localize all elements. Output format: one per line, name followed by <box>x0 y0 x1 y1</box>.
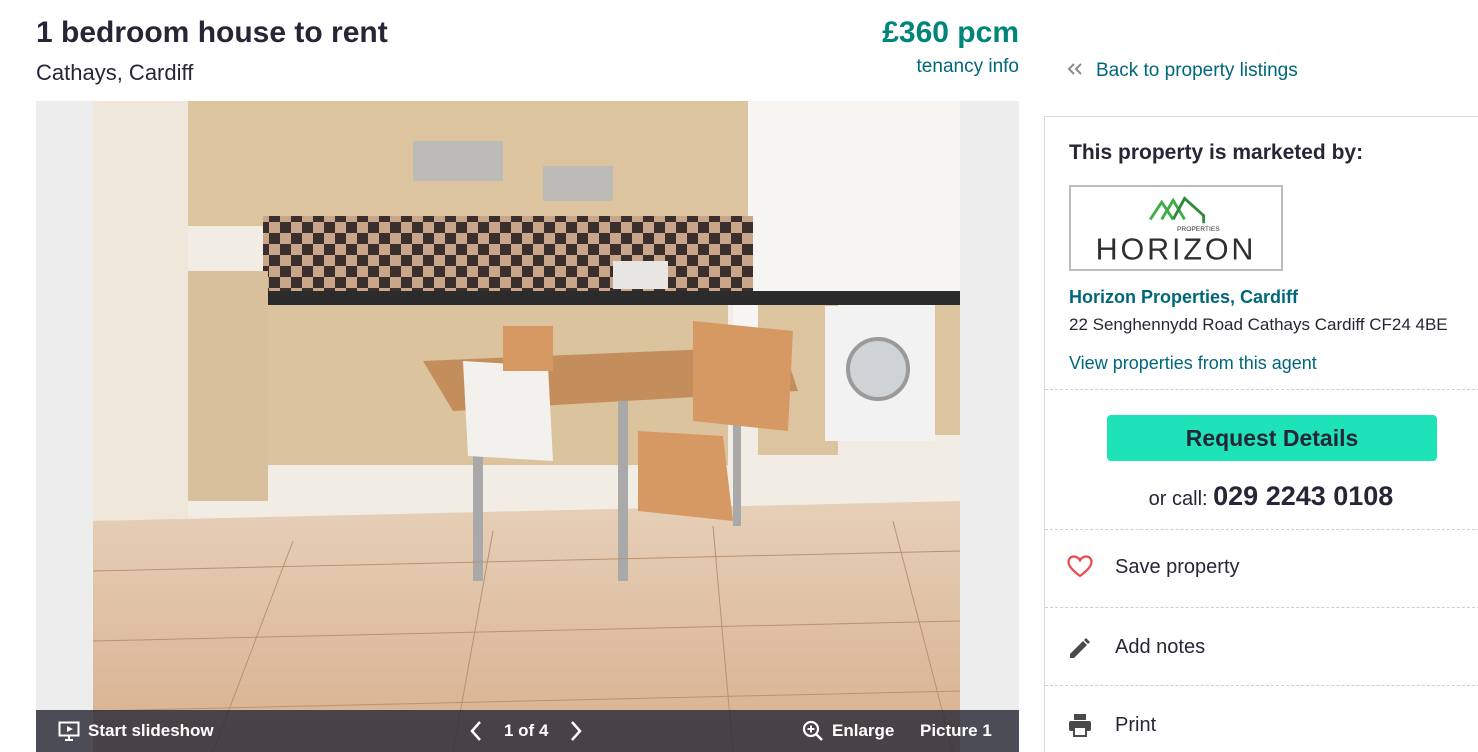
gallery-controls: Start slideshow 1 of 4 Enlarge Picture 1 <box>36 710 1019 752</box>
back-to-listings-link[interactable]: Back to property listings <box>1066 60 1298 82</box>
request-details-button[interactable]: Request Details <box>1107 415 1437 461</box>
property-photo[interactable] <box>93 101 960 752</box>
view-agent-properties-link[interactable]: View properties from this agent <box>1069 353 1317 374</box>
print-label: Print <box>1115 713 1157 736</box>
slideshow-label: Start slideshow <box>88 721 214 740</box>
pencil-icon <box>1067 635 1093 659</box>
agent-logo[interactable]: PROPERTIES HORIZON <box>1069 185 1283 271</box>
add-notes-button[interactable]: Add notes <box>1067 635 1205 659</box>
agent-name-link[interactable]: Horizon Properties, Cardiff <box>1069 287 1298 308</box>
next-photo-button[interactable] <box>570 710 582 752</box>
page-title: 1 bedroom house to rent <box>36 16 388 49</box>
heart-icon <box>1067 555 1093 579</box>
previous-photo-button[interactable] <box>470 710 482 752</box>
agent-address: 22 Senghennydd Road Cathays Cardiff CF24… <box>1069 315 1448 334</box>
chevron-left-icon <box>470 720 482 742</box>
tenancy-info-link[interactable]: tenancy info <box>917 56 1019 78</box>
chevron-double-left-icon <box>1066 60 1084 82</box>
enlarge-label: Enlarge <box>832 721 895 740</box>
photo-counter: 1 of 4 <box>504 721 549 740</box>
enlarge-button[interactable]: Enlarge <box>802 710 894 752</box>
picture-label: Picture 1 <box>920 721 992 740</box>
save-property-button[interactable]: Save property <box>1067 555 1240 579</box>
agent-panel: This property is marketed by: PROPERTIES… <box>1044 116 1478 752</box>
divider <box>1045 607 1478 608</box>
start-slideshow-button[interactable]: Start slideshow <box>58 710 214 752</box>
marketed-by-heading: This property is marketed by: <box>1069 141 1364 164</box>
call-prefix: or call: <box>1148 488 1208 510</box>
phone-number[interactable]: 029 2243 0108 <box>1213 481 1393 511</box>
chevron-right-icon <box>570 720 582 742</box>
divider <box>1045 389 1478 390</box>
zoom-in-icon <box>802 720 824 742</box>
printer-icon <box>1067 713 1093 737</box>
price: £360 pcm <box>882 16 1019 49</box>
call-row: or call: 029 2243 0108 <box>1045 481 1478 512</box>
photo-gallery: Start slideshow 1 of 4 Enlarge Picture 1 <box>36 101 1019 752</box>
slideshow-icon <box>58 721 80 741</box>
add-notes-label: Add notes <box>1115 635 1206 658</box>
logo-main-text: HORIZON <box>1096 232 1257 266</box>
save-property-label: Save property <box>1115 555 1240 578</box>
property-location: Cathays, Cardiff <box>36 60 194 85</box>
divider <box>1045 685 1478 686</box>
print-button[interactable]: Print <box>1067 713 1156 737</box>
back-link-label: Back to property listings <box>1096 60 1298 81</box>
divider <box>1045 529 1478 530</box>
